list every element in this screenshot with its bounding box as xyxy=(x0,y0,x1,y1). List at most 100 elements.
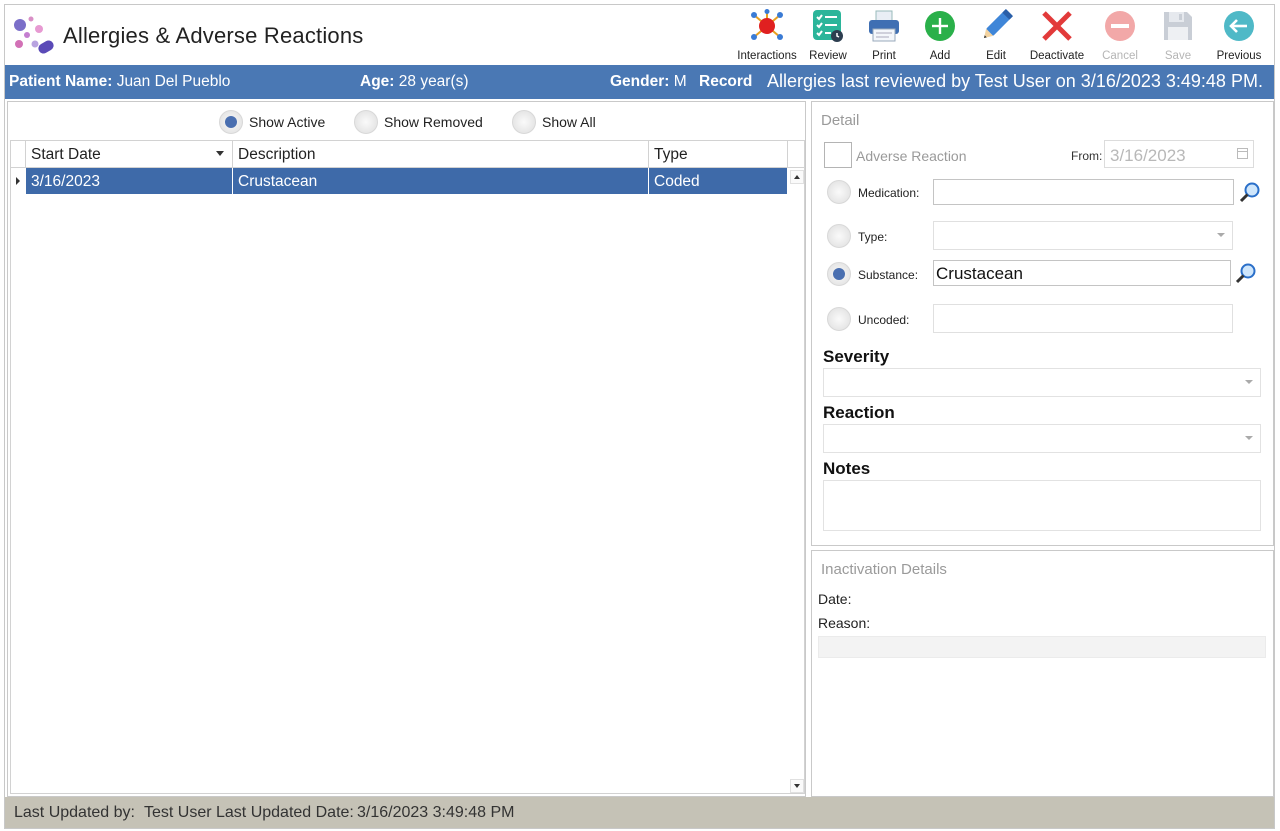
show-all-radio[interactable]: Show All xyxy=(512,110,596,134)
add-button[interactable]: Add xyxy=(912,7,968,65)
previous-button[interactable]: Previous xyxy=(1206,7,1272,65)
previous-arrow-icon xyxy=(1224,11,1254,41)
patient-age: Age: 28 year(s) xyxy=(360,73,469,90)
type-dropdown[interactable] xyxy=(933,221,1233,250)
updated-by-label: Last Updated by: xyxy=(14,804,135,821)
medication-label: Medication: xyxy=(858,186,920,200)
allergy-logo-icon xyxy=(14,16,54,54)
uncoded-label: Uncoded: xyxy=(858,313,910,327)
status-footer: Last Updated by: Test User Last Updated … xyxy=(5,797,1274,828)
uncoded-field[interactable] xyxy=(933,304,1233,333)
calendar-icon[interactable] xyxy=(1237,148,1248,159)
substance-search-icon[interactable] xyxy=(1235,262,1257,284)
previous-label: Previous xyxy=(1216,50,1262,62)
allergy-list-panel: Show Active Show Removed Show All Start … xyxy=(7,101,806,797)
radio-button xyxy=(512,110,536,134)
allergy-grid: Start Date Description Type 3/16/2023 Cr… xyxy=(10,140,805,794)
add-plus-icon xyxy=(925,11,955,41)
page-title: Allergies & Adverse Reactions xyxy=(63,23,364,48)
show-active-radio[interactable]: Show Active xyxy=(219,110,325,134)
interactions-label: Interactions xyxy=(737,50,797,62)
row-indicator-header xyxy=(11,141,26,167)
review-checklist-icon xyxy=(813,10,843,42)
scroll-down-icon[interactable] xyxy=(790,779,804,793)
from-label: From: xyxy=(1071,149,1103,163)
edit-pencil-icon xyxy=(983,9,1013,39)
vertical-scrollbar[interactable] xyxy=(788,168,804,793)
print-label: Print xyxy=(872,50,896,62)
medication-field[interactable] xyxy=(933,179,1234,205)
radio-button xyxy=(354,110,378,134)
medication-search-icon[interactable] xyxy=(1239,181,1261,203)
title-bar: Allergies & Adverse Reactions Interactio… xyxy=(5,5,1274,65)
deactivate-button[interactable]: Deactivate xyxy=(1024,7,1090,65)
save-floppy-icon xyxy=(1164,12,1192,40)
from-date-field[interactable]: 3/16/2023 xyxy=(1104,140,1254,168)
deactivate-x-icon xyxy=(1042,11,1072,41)
inactivation-reason-label: Reason: xyxy=(818,615,871,631)
review-button[interactable]: Review xyxy=(800,7,856,65)
add-label: Add xyxy=(929,50,951,62)
deactivate-label: Deactivate xyxy=(1029,50,1085,62)
cell-start-date: 3/16/2023 xyxy=(26,168,233,194)
save-button[interactable]: Save xyxy=(1150,7,1206,65)
notes-textarea[interactable] xyxy=(823,480,1261,531)
substance-field[interactable]: Crustacean xyxy=(933,260,1231,286)
app-window: Allergies & Adverse Reactions Interactio… xyxy=(4,4,1275,829)
column-description[interactable]: Description xyxy=(233,141,649,167)
patient-name: Patient Name: Juan Del Pueblo xyxy=(9,73,231,90)
interactions-icon xyxy=(751,9,783,40)
updated-date-value: 3/16/2023 3:49:48 PM xyxy=(357,804,515,821)
chevron-down-icon xyxy=(1217,233,1225,237)
last-reviewed-text: Allergies last reviewed by Test User on … xyxy=(767,71,1263,91)
chevron-down-icon xyxy=(1245,436,1253,440)
scroll-up-icon[interactable] xyxy=(790,170,804,184)
notes-heading: Notes xyxy=(823,459,871,478)
printer-icon xyxy=(869,10,899,42)
cancel-minus-icon xyxy=(1105,11,1135,41)
save-label: Save xyxy=(1164,50,1192,62)
interactions-button[interactable]: Interactions xyxy=(734,7,800,65)
column-start-date[interactable]: Start Date xyxy=(26,141,233,167)
detail-panel: Detail Adverse Reaction From: 3/16/2023 … xyxy=(811,101,1274,546)
type-label: Type: xyxy=(858,230,888,244)
cancel-button[interactable]: Cancel xyxy=(1090,7,1150,65)
reaction-dropdown[interactable] xyxy=(823,424,1261,453)
uncoded-radio[interactable] xyxy=(827,307,851,331)
substance-radio[interactable] xyxy=(827,262,851,286)
updated-by-value: Test User xyxy=(144,804,212,821)
adverse-reaction-label: Adverse Reaction xyxy=(856,148,967,164)
cancel-label: Cancel xyxy=(1102,50,1138,62)
inactivation-panel: Inactivation Details Date: Reason: xyxy=(811,550,1274,797)
inactivation-date-label: Date: xyxy=(818,591,852,607)
show-removed-radio[interactable]: Show Removed xyxy=(354,110,483,134)
filter-options: Show Active Show Removed Show All xyxy=(8,102,805,140)
grid-header: Start Date Description Type xyxy=(11,141,804,168)
edit-label: Edit xyxy=(986,50,1006,62)
patient-record-label: Record xyxy=(699,73,753,90)
adverse-reaction-checkbox[interactable] xyxy=(824,142,852,168)
toolbar: Interactions Review Print Add Edit Deact… xyxy=(734,7,1272,65)
sort-descending-icon xyxy=(216,151,224,156)
cell-description: Crustacean xyxy=(233,168,649,194)
print-button[interactable]: Print xyxy=(856,7,912,65)
reaction-heading: Reaction xyxy=(823,403,895,422)
medication-radio[interactable] xyxy=(827,180,851,204)
substance-label: Substance: xyxy=(858,268,919,282)
patient-info-bar: Patient Name: Juan Del Pueblo Age: 28 ye… xyxy=(5,65,1274,99)
severity-heading: Severity xyxy=(823,347,890,366)
severity-dropdown[interactable] xyxy=(823,368,1261,397)
patient-gender: Gender: M xyxy=(610,73,687,90)
review-label: Review xyxy=(809,50,847,62)
radio-button xyxy=(219,110,243,134)
chevron-down-icon xyxy=(1245,380,1253,384)
row-indicator-icon xyxy=(11,168,26,194)
reason-field[interactable] xyxy=(818,636,1266,658)
table-row[interactable]: 3/16/2023 Crustacean Coded xyxy=(11,168,788,194)
column-type[interactable]: Type xyxy=(649,141,788,167)
inactivation-caption: Inactivation Details xyxy=(821,561,947,578)
cell-type: Coded xyxy=(649,168,788,194)
detail-caption: Detail xyxy=(821,112,860,129)
type-radio[interactable] xyxy=(827,224,851,248)
edit-button[interactable]: Edit xyxy=(968,7,1024,65)
